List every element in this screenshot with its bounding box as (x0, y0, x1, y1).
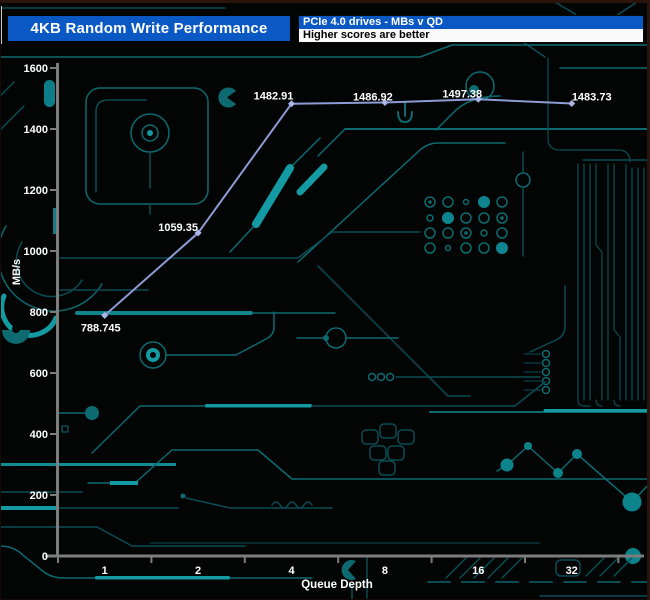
x-tick-label: 2 (195, 565, 201, 577)
data-point-label: 1486.92 (353, 91, 393, 103)
x-axis-title: Queue Depth (301, 579, 373, 591)
y-tick-label: 1400 (24, 124, 48, 136)
y-tick-label: 800 (30, 307, 48, 319)
x-tick-label: 4 (288, 565, 295, 577)
x-tick-label: 16 (472, 565, 484, 577)
x-tick-label: 8 (382, 565, 388, 577)
screenshot-root: 4KB Random Write Performance PCIe 4.0 dr… (0, 0, 650, 600)
data-point-label: 1482.91 (254, 91, 294, 103)
data-point-label: 1497.38 (442, 88, 482, 100)
series-line (104, 98, 572, 317)
data-point-label: 1483.73 (572, 91, 612, 103)
chart-title-box: 4KB Random Write Performance (8, 16, 290, 41)
chart-title: 4KB Random Write Performance (30, 20, 268, 37)
y-tick-label: 1000 (24, 246, 48, 258)
y-tick-label: 600 (30, 368, 48, 380)
x-tick-label: 1 (102, 565, 108, 577)
x-tick-label: 32 (566, 565, 578, 577)
y-axis-title: MB/s (11, 259, 23, 285)
data-point-label: 1059.35 (158, 222, 198, 234)
chart-note: Higher scores are better (299, 29, 643, 42)
y-tick-label: 1600 (24, 63, 48, 75)
y-tick-label: 200 (30, 490, 48, 502)
chart-subtitle-box: PCIe 4.0 drives - MBs v QD Higher scores… (298, 15, 644, 43)
y-tick-label: 400 (30, 429, 48, 441)
y-tick-label: 0 (42, 551, 48, 563)
line-chart: 0 200 400 600 800 1000 1200 1400 1600 1 2 4 8 16 32 MB/… (11, 63, 644, 591)
chart-subtitle: PCIe 4.0 drives - MBs v QD (299, 16, 643, 29)
left-edge-highlight (0, 6, 2, 44)
data-point-label: 788.745 (81, 322, 121, 334)
y-tick-label: 1200 (24, 185, 48, 197)
